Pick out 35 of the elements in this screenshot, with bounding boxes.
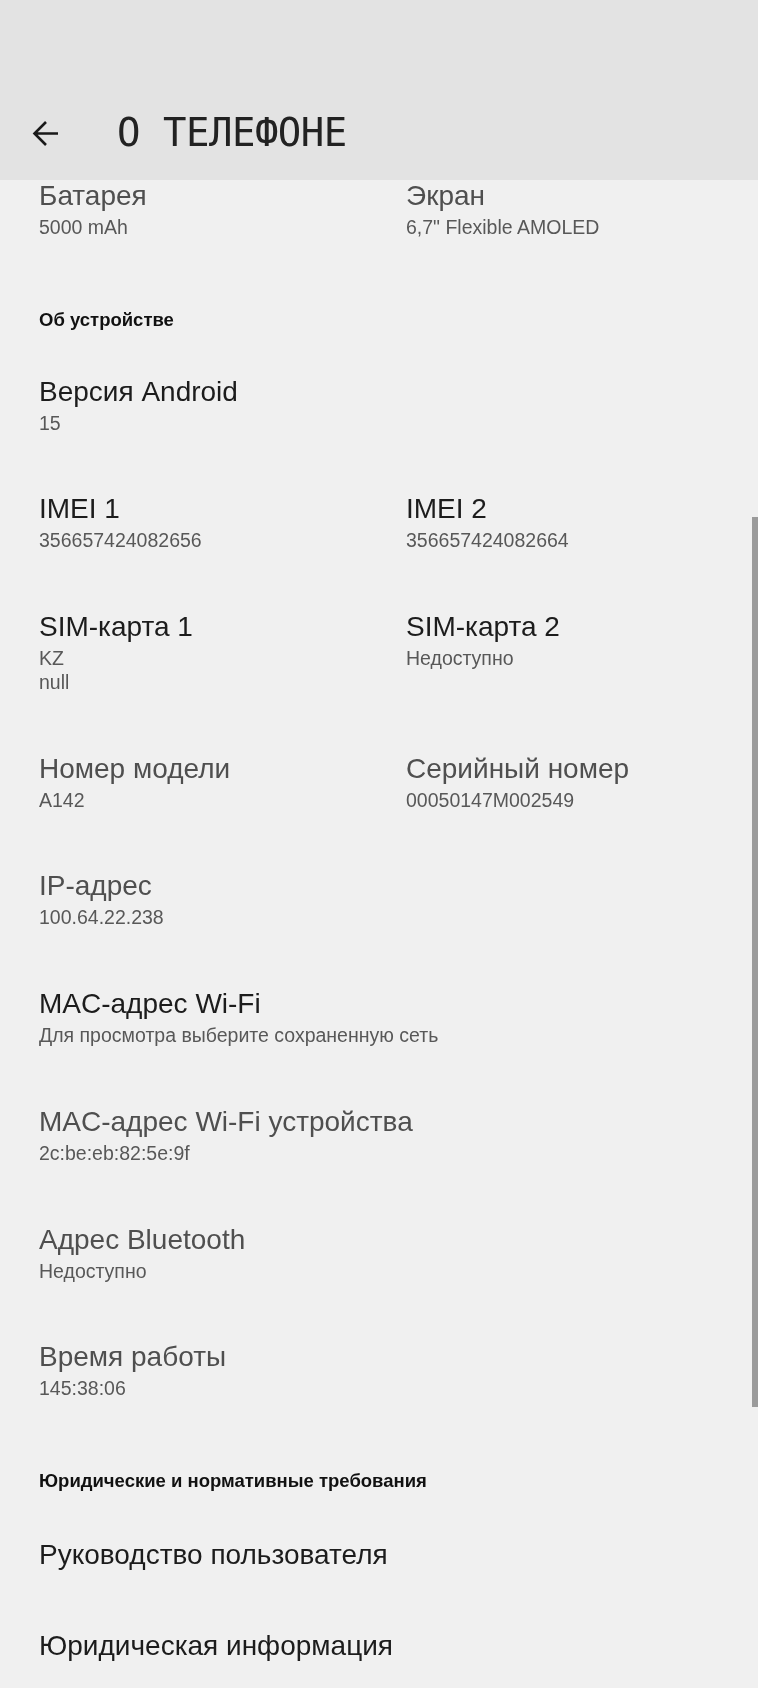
back-icon[interactable]: [32, 119, 59, 147]
setting-value: KZ: [39, 646, 64, 671]
setting-value: 100.64.22.238: [39, 905, 164, 930]
setting-value: 15: [39, 410, 61, 435]
setting-title: Батарея: [39, 180, 147, 212]
setting-value: 5000 mAh: [39, 215, 128, 239]
setting-value: 145:38:06: [39, 1376, 126, 1401]
setting-value: 356657424082664: [406, 528, 569, 553]
setting-value: 2c:be:eb:82:5e:9f: [39, 1140, 190, 1165]
setting-title: Номер модели: [39, 752, 231, 785]
setting-value: null: [39, 670, 70, 695]
setting-value: 6,7" Flexible AMOLED: [406, 215, 600, 239]
setting-value: 356657424082656: [39, 528, 202, 553]
setting-title[interactable]: Руководство пользователя: [39, 1538, 388, 1571]
setting-title: Адрес Bluetooth: [39, 1223, 246, 1256]
setting-title[interactable]: Юридическая информация: [39, 1629, 393, 1662]
setting-value: Недоступно: [406, 646, 514, 671]
setting-title[interactable]: MAC-адрес Wi-Fi: [39, 988, 261, 1021]
section-heading: Юридические и нормативные требования: [39, 1468, 427, 1493]
setting-title[interactable]: IMEI 1: [39, 493, 120, 526]
setting-title: Серийный номер: [406, 752, 630, 785]
section-heading: Об устройстве: [39, 307, 174, 332]
setting-title[interactable]: IMEI 2: [406, 493, 487, 526]
setting-title: Экран: [406, 180, 485, 212]
page-title: О ТЕЛЕФОНЕ: [117, 111, 347, 155]
setting-title: MAC-адрес Wi-Fi устройства: [39, 1105, 413, 1138]
setting-value: 00050147M002549: [406, 787, 575, 812]
setting-title[interactable]: SIM-карта 2: [406, 611, 560, 644]
setting-value: A142: [39, 787, 85, 812]
setting-value: Для просмотра выберите сохраненную сеть: [39, 1023, 439, 1048]
setting-title: Время работы: [39, 1341, 227, 1374]
setting-title[interactable]: SIM-карта 1: [39, 611, 193, 644]
setting-title: IP-адрес: [39, 870, 152, 903]
setting-title[interactable]: Версия Android: [39, 375, 238, 408]
setting-value: Недоступно: [39, 1258, 147, 1283]
